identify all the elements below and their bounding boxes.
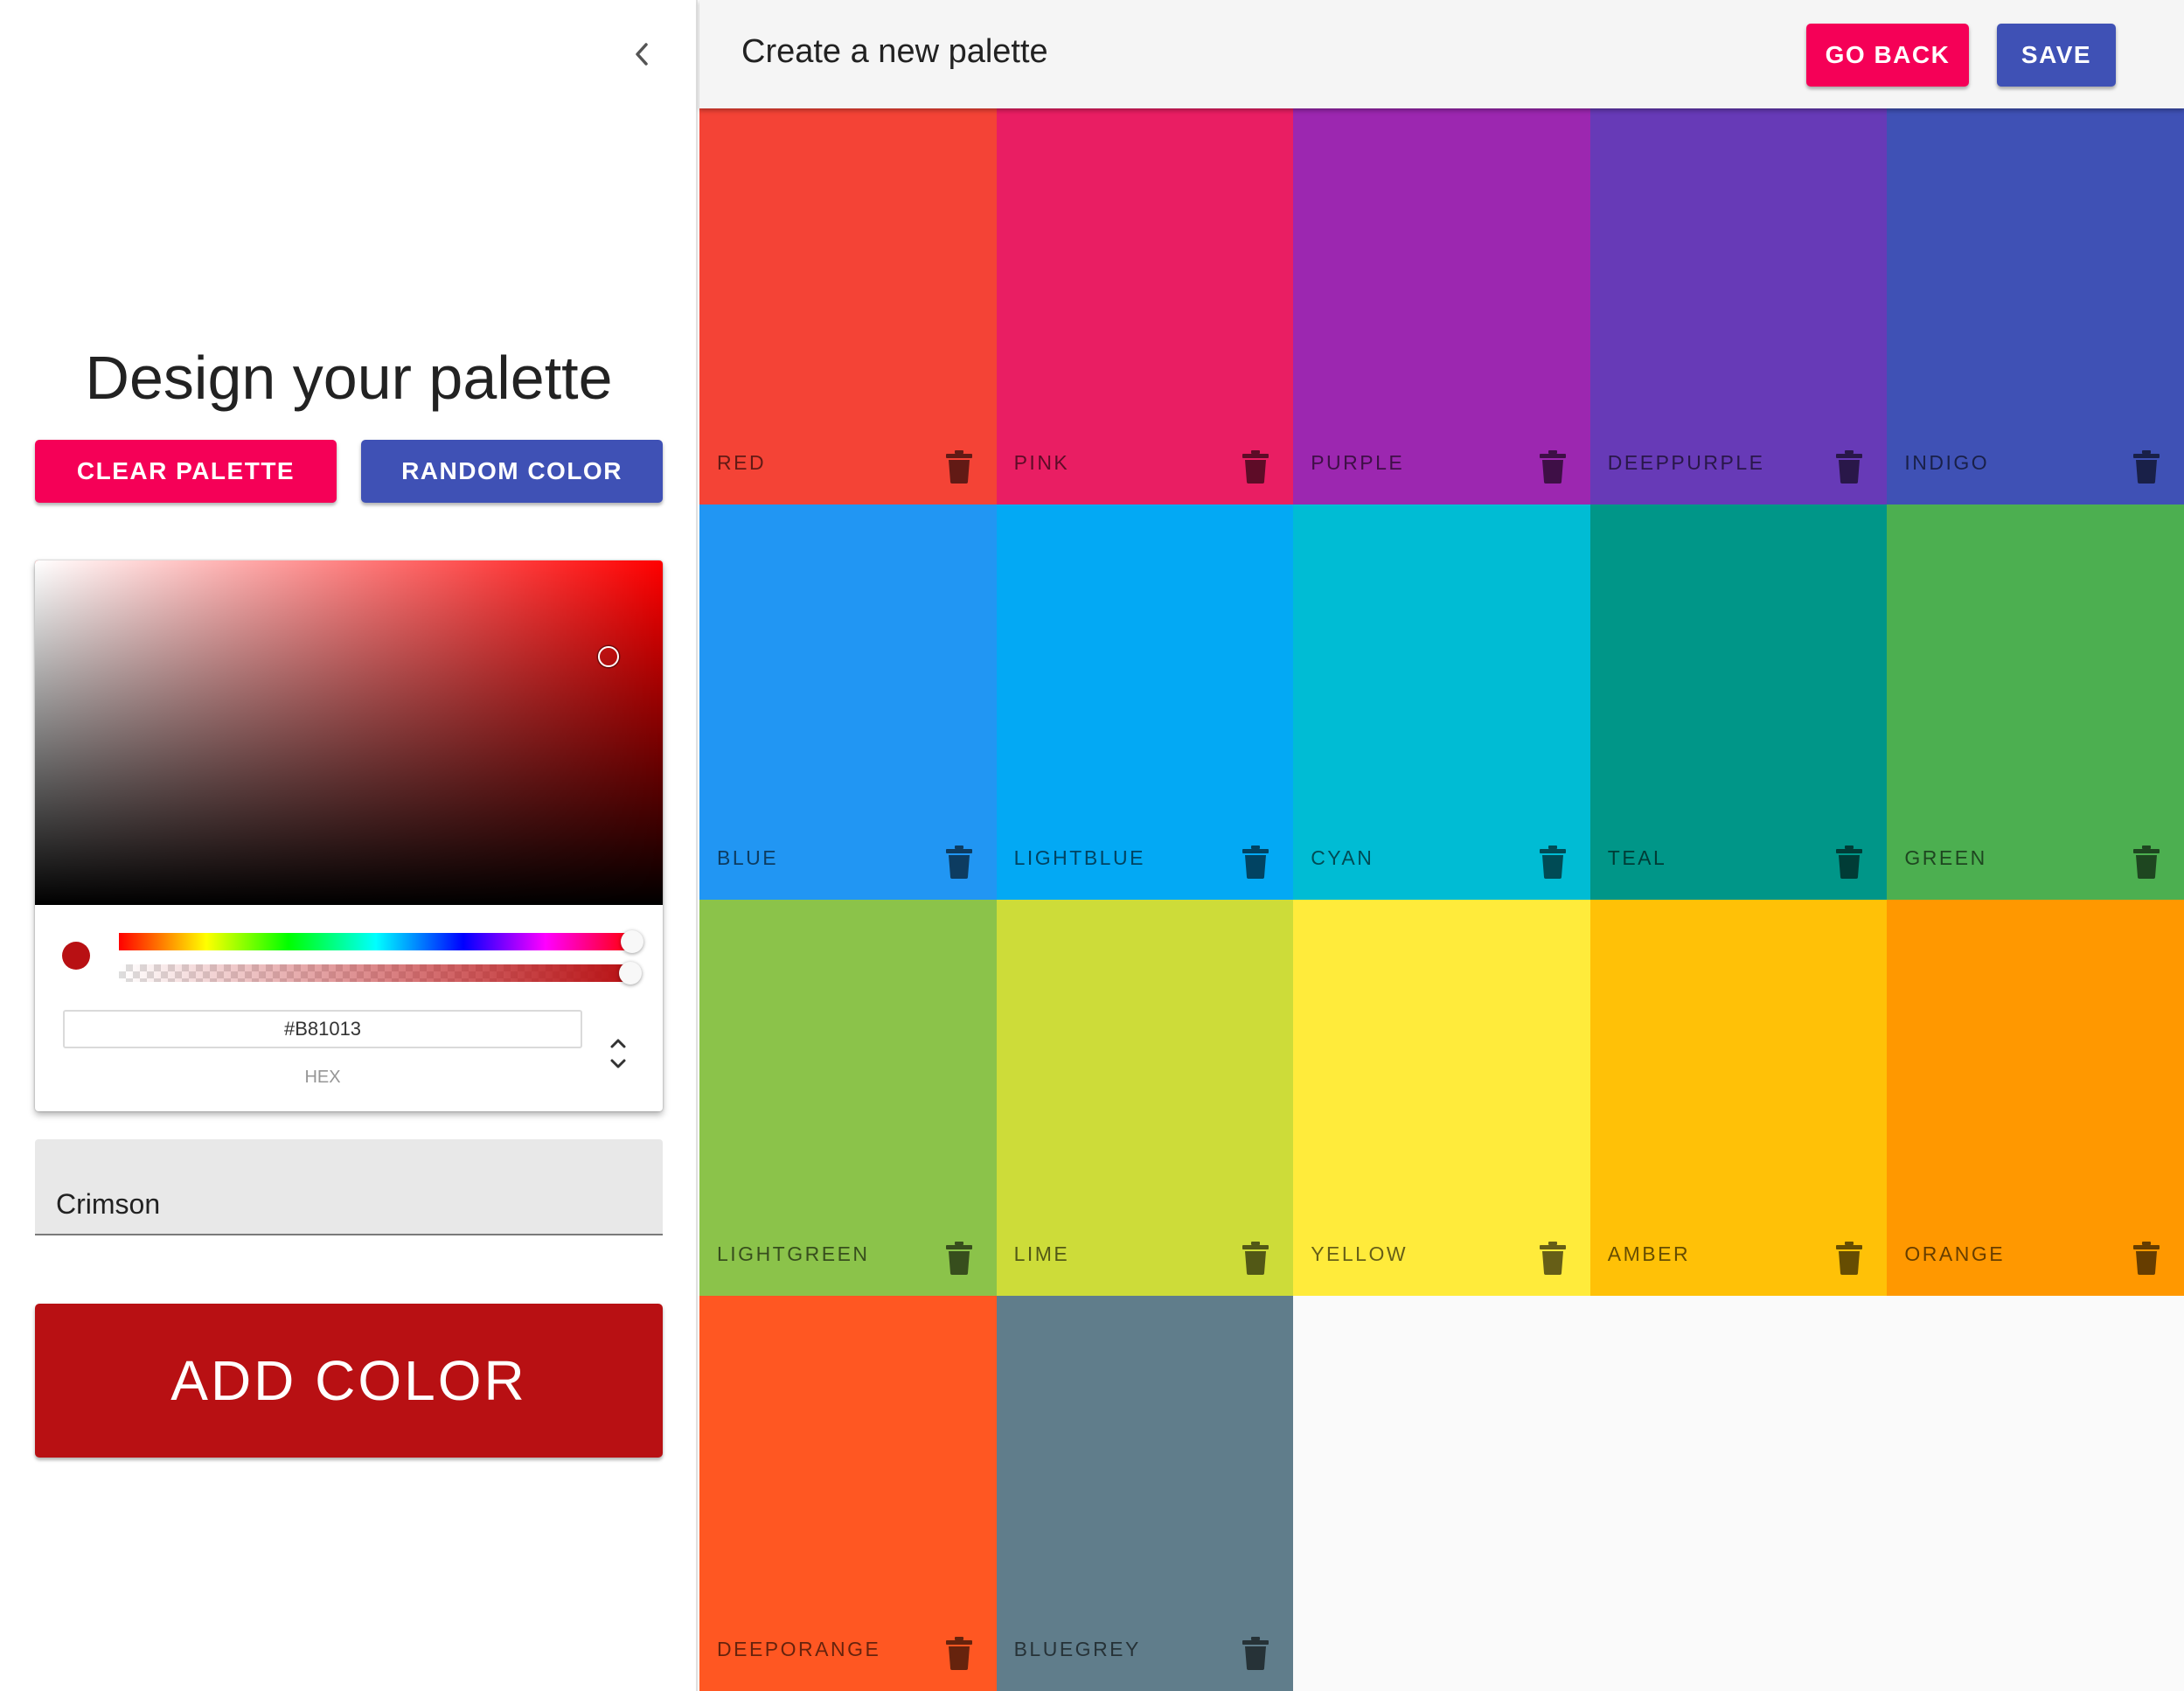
save-button[interactable]: SAVE — [1997, 24, 2116, 87]
color-box-name: TEAL — [1607, 846, 1667, 869]
trash-icon[interactable] — [1539, 846, 1566, 879]
clear-palette-button[interactable]: CLEAR PALETTE — [35, 440, 337, 503]
trash-icon[interactable] — [2133, 846, 2160, 879]
trash-icon[interactable] — [1242, 1637, 1269, 1670]
color-box[interactable]: BLUEGREY — [996, 1295, 1294, 1691]
palette-grid: RED PINK PURPLE DEEPPURPLE INDIGO BLUE LIGHTBL… — [699, 108, 2184, 1691]
add-color-button[interactable]: ADD COLOR — [35, 1304, 663, 1458]
color-box[interactable]: PINK — [996, 108, 1294, 505]
trash-icon[interactable] — [945, 1241, 972, 1275]
trash-icon[interactable] — [1539, 449, 1566, 484]
color-box[interactable]: LIME — [996, 900, 1294, 1296]
trash-icon[interactable] — [2133, 1241, 2160, 1275]
hue-slider-handle[interactable] — [621, 930, 643, 953]
trash-icon[interactable] — [1836, 449, 1863, 484]
color-box[interactable]: DEEPPURPLE — [1589, 108, 1888, 505]
color-box[interactable]: LIGHTBLUE — [996, 504, 1294, 900]
empty-cell — [1589, 1295, 1888, 1691]
color-name-field[interactable] — [35, 1139, 663, 1235]
hex-label: HEX — [304, 1068, 341, 1087]
color-box-name: DEEPPURPLE — [1607, 450, 1765, 474]
color-box-name: INDIGO — [1904, 450, 1990, 474]
saturation-area[interactable] — [35, 560, 663, 905]
color-picker: HEX — [35, 560, 663, 1111]
color-box-name: ORANGE — [1904, 1242, 2006, 1265]
go-back-button[interactable]: GO BACK — [1806, 24, 1969, 87]
trash-icon[interactable] — [945, 846, 972, 879]
sidebar-title: Design your palette — [85, 344, 613, 412]
color-box-name: DEEPORANGE — [717, 1638, 881, 1660]
color-box-name: LIME — [1013, 1242, 1070, 1265]
color-box-name: BLUE — [717, 846, 779, 869]
color-box-name: AMBER — [1607, 1242, 1691, 1265]
current-color-swatch — [62, 942, 90, 970]
color-box[interactable]: AMBER — [1589, 900, 1888, 1296]
saturation-pointer[interactable] — [598, 646, 619, 667]
color-box[interactable]: RED — [699, 108, 997, 505]
color-box[interactable]: YELLOW — [1293, 900, 1590, 1296]
empty-cell — [1293, 1295, 1590, 1691]
trash-icon[interactable] — [1242, 846, 1269, 879]
color-box[interactable]: TEAL — [1589, 504, 1888, 900]
color-name-input[interactable] — [56, 1185, 642, 1223]
color-box[interactable]: GREEN — [1887, 504, 2184, 900]
color-box[interactable]: ORANGE — [1887, 900, 2184, 1296]
color-box[interactable]: LIGHTGREEN — [699, 900, 997, 1296]
trash-icon[interactable] — [2133, 449, 2160, 484]
trash-icon[interactable] — [1836, 846, 1863, 879]
trash-icon[interactable] — [1836, 1241, 1863, 1275]
trash-icon[interactable] — [945, 1637, 972, 1670]
color-box-name: GREEN — [1904, 846, 1987, 869]
trash-icon[interactable] — [1242, 449, 1269, 484]
color-box[interactable]: INDIGO — [1887, 108, 2184, 505]
color-box-name: PINK — [1013, 450, 1070, 474]
app-bar: Create a new palette GO BACK SAVE — [699, 0, 2184, 108]
color-box[interactable]: DEEPORANGE — [699, 1295, 997, 1691]
color-box-name: RED — [717, 450, 767, 474]
color-box-name: LIGHTBLUE — [1013, 846, 1145, 869]
color-box[interactable]: PURPLE — [1293, 108, 1590, 505]
chevron-left-icon[interactable] — [623, 35, 661, 73]
alpha-slider-handle[interactable] — [619, 962, 642, 985]
alpha-slider[interactable] — [119, 964, 633, 982]
hue-slider[interactable] — [119, 933, 633, 950]
color-box-name: LIGHTGREEN — [717, 1242, 870, 1265]
trash-icon[interactable] — [1539, 1241, 1566, 1275]
trash-icon[interactable] — [1242, 1241, 1269, 1275]
color-box-name: BLUEGREY — [1013, 1638, 1141, 1660]
sidebar-drawer: Design your palette CLEAR PALETTE RANDOM… — [0, 0, 698, 1691]
color-box[interactable]: BLUE — [699, 504, 997, 900]
empty-cell — [1887, 1295, 2184, 1691]
random-color-button[interactable]: RANDOM COLOR — [361, 440, 663, 503]
color-box[interactable]: CYAN — [1293, 504, 1590, 900]
color-box-name: CYAN — [1311, 846, 1374, 869]
trash-icon[interactable] — [945, 449, 972, 484]
up-down-arrows-icon[interactable] — [605, 1033, 631, 1075]
page-title: Create a new palette — [741, 33, 1048, 70]
color-box-name: YELLOW — [1311, 1242, 1408, 1265]
hex-input[interactable] — [63, 1010, 582, 1048]
color-box-name: PURPLE — [1311, 450, 1405, 474]
